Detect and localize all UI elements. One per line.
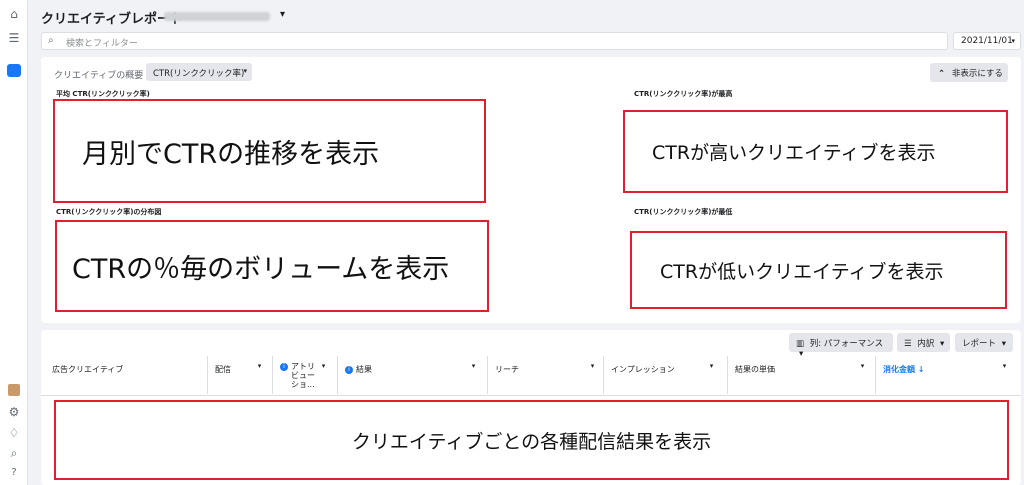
annotation-results-table-text: クリエイティブごとの各種配信結果を表示 <box>351 430 712 453</box>
column-header-cost-per-result[interactable]: 結果の単価 <box>727 356 875 394</box>
columns-icon: ▥ <box>796 339 805 349</box>
creative-report-icon[interactable] <box>7 64 21 77</box>
annotation-results-table: クリエイティブごとの各種配信結果を表示 <box>54 400 1009 480</box>
column-header-creative[interactable]: 広告クリエイティブ <box>41 356 207 394</box>
chevron-down-icon: ▾ <box>1001 339 1006 349</box>
date-range-button[interactable]: 2021/11/01 ▾ <box>953 32 1021 50</box>
chevron-up-icon: ⌃ <box>938 69 946 79</box>
chevron-down-icon: ▾ <box>940 339 945 349</box>
column-header-results[interactable]: i 結果 <box>337 356 487 394</box>
metric-dropdown-value: CTR(リンククリック率) <box>153 69 245 79</box>
bell-icon[interactable]: ♢ <box>6 425 22 441</box>
search-placeholder: 検索とフィルター <box>66 39 138 49</box>
info-icon: i <box>345 365 353 374</box>
chevron-down-icon[interactable]: ▾ <box>999 360 1010 371</box>
avg-ctr-title: 平均 CTR(リンククリック率) <box>56 90 150 98</box>
attribution-line-3: ショ... <box>291 380 315 389</box>
settings-icon[interactable]: ⚙ <box>6 404 22 420</box>
hide-button-label: 非表示にする <box>951 69 1003 79</box>
chevron-down-icon[interactable]: ▾ <box>254 360 265 371</box>
chevron-down-icon[interactable]: ▾ <box>318 360 329 371</box>
menu-icon[interactable]: ☰ <box>6 30 22 46</box>
annotation-low-ctr-text: CTRが低いクリエイティブを表示 <box>660 260 944 283</box>
account-name-redacted <box>164 12 270 21</box>
annotation-high-ctr-text: CTRが高いクリエイティブを表示 <box>652 142 936 164</box>
columns-button-label: 列: パフォーマンス <box>809 339 884 349</box>
chevron-down-icon: ▾ <box>1011 37 1015 45</box>
annotation-ctr-volume: CTRの％毎のボリュームを表示 <box>55 220 489 312</box>
annotation-monthly-ctr-text: 月別でCTRの推移を表示 <box>82 138 380 170</box>
info-icon: i <box>280 362 288 371</box>
ad-account-icon[interactable] <box>8 384 20 396</box>
home-icon[interactable]: ⌂ <box>6 6 22 22</box>
column-header-reach[interactable]: リーチ <box>487 356 603 394</box>
ctr-distribution-title: CTR(リンククリック率)の分布図 <box>56 208 162 216</box>
chevron-down-icon[interactable]: ▾ <box>587 360 598 371</box>
columns-button[interactable]: ▥ 列: パフォーマンス ▾ <box>789 333 893 359</box>
chevron-down-icon[interactable]: ▾ <box>706 360 717 371</box>
hide-button[interactable]: ⌃ 非表示にする <box>930 63 1008 82</box>
search-icon: ⌕ <box>48 35 54 46</box>
top-ctr-title: CTR(リンククリック率)が最高 <box>634 90 733 98</box>
breakdown-button-label: 内訳 <box>917 339 935 349</box>
chevron-down-icon[interactable]: ▾ <box>857 360 868 371</box>
search-icon[interactable]: ⌕ <box>6 445 22 461</box>
chevron-down-icon: ▾ <box>243 67 247 75</box>
report-button-label: レポート <box>962 339 997 349</box>
annotation-ctr-volume-text: CTRの％毎のボリュームを表示 <box>72 253 450 285</box>
account-dropdown-caret-icon[interactable]: ▾ <box>280 9 285 20</box>
low-ctr-title: CTR(リンククリック率)が最低 <box>634 208 733 216</box>
breakdown-button[interactable]: ☰ 内訳 ▾ <box>897 333 950 352</box>
date-range-value: 2021/11/01 <box>961 36 1013 46</box>
breakdown-icon: ☰ <box>904 339 912 349</box>
chevron-down-icon[interactable]: ▾ <box>468 360 479 371</box>
annotation-monthly-ctr: 月別でCTRの推移を表示 <box>53 99 486 203</box>
results-header-label: 結果 <box>356 365 372 374</box>
help-icon[interactable]: ? <box>6 464 22 480</box>
attribution-line-1: アトリ <box>291 362 315 371</box>
report-button[interactable]: レポート ▾ <box>955 333 1013 352</box>
attribution-line-2: ビュー <box>291 371 315 380</box>
annotation-low-ctr: CTRが低いクリエイティブを表示 <box>630 231 1007 309</box>
left-nav-rail: ⌂ ☰ ⚙ ♢ ⌕ ? <box>0 0 28 485</box>
overview-label: クリエイティブの概要 <box>54 71 144 81</box>
page-title: クリエイティブレポート <box>41 11 183 26</box>
annotation-high-ctr: CTRが高いクリエイティブを表示 <box>623 110 1008 193</box>
search-filter-bar[interactable]: ⌕ 検索とフィルター <box>41 32 948 50</box>
metric-dropdown[interactable]: CTR(リンククリック率) ▾ <box>146 63 252 81</box>
